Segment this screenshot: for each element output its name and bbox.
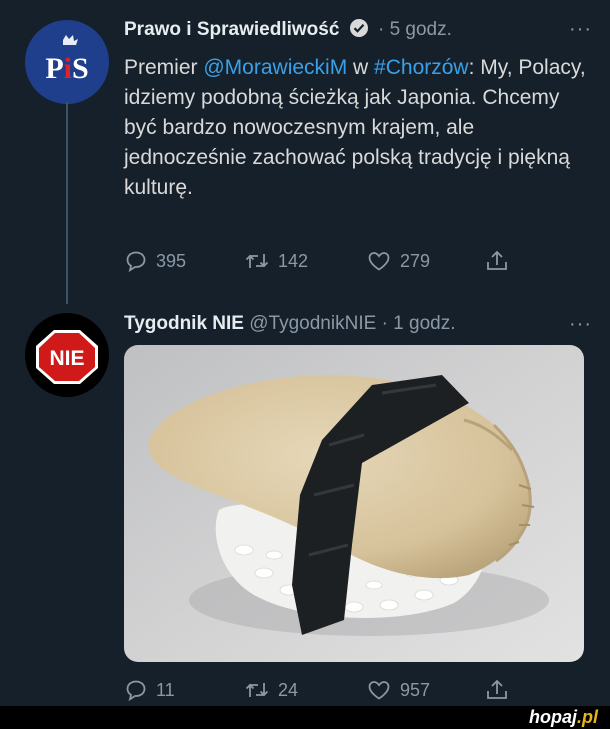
- tweet-time[interactable]: · 1 godz.: [382, 313, 456, 334]
- like-count: 279: [400, 250, 431, 271]
- tweet-actions: 395 142 279: [124, 248, 510, 274]
- thread-line: [66, 102, 68, 304]
- watermark-tld: .pl: [577, 707, 598, 727]
- heart-icon: [368, 252, 390, 271]
- retweet-icon: [245, 254, 269, 268]
- reply-button[interactable]: 395: [124, 249, 244, 273]
- watermark-bar: hopaj.pl: [0, 706, 610, 729]
- reply-button[interactable]: 11: [124, 678, 244, 702]
- share-icon: [487, 250, 507, 270]
- share-icon: [487, 679, 507, 699]
- tweet-text: Premier @MorawieckiM w #Chorzów: My, Pol…: [124, 53, 594, 203]
- retweet-count: 142: [278, 250, 309, 271]
- like-button[interactable]: 957: [366, 678, 484, 702]
- tweet-pis[interactable]: PiS Prawo i Sprawiedliwość · 5 godz. ···…: [0, 0, 610, 304]
- comment-icon: [126, 251, 146, 273]
- tweet-photo[interactable]: [124, 345, 584, 662]
- tweet-actions: 11 24 957: [124, 677, 510, 703]
- verified-badge-icon: [349, 18, 369, 44]
- pis-logo-icon: PiS: [45, 35, 89, 85]
- retweet-count: 24: [278, 679, 299, 700]
- retweet-icon: [245, 683, 269, 697]
- svg-text:NIE: NIE: [49, 347, 84, 370]
- text-mid: w: [347, 56, 375, 79]
- reply-count: 11: [156, 679, 175, 700]
- dumpling-sushi-image: [124, 345, 584, 662]
- tweet-header: Prawo i Sprawiedliwość · 5 godz.: [124, 18, 452, 44]
- heart-icon: [368, 681, 390, 700]
- watermark: hopaj.pl: [529, 707, 598, 728]
- reply-count: 395: [156, 250, 187, 271]
- more-icon[interactable]: ···: [569, 313, 592, 336]
- hashtag-link[interactable]: #Chorzów: [374, 56, 469, 79]
- share-button[interactable]: [484, 677, 510, 703]
- more-icon[interactable]: ···: [569, 18, 592, 41]
- tweet-header: Tygodnik NIE @TygodnikNIE · 1 godz.: [124, 313, 456, 335]
- text-prefix: Premier: [124, 56, 204, 79]
- like-button[interactable]: 279: [366, 249, 484, 273]
- avatar-pis[interactable]: PiS: [25, 20, 109, 104]
- mention-link[interactable]: @MorawieckiM: [203, 56, 347, 79]
- retweet-button[interactable]: 142: [244, 249, 366, 273]
- like-count: 957: [400, 679, 431, 700]
- author-name[interactable]: Tygodnik NIE: [124, 313, 244, 334]
- author-name[interactable]: Prawo i Sprawiedliwość: [124, 19, 339, 40]
- share-button[interactable]: [484, 248, 510, 274]
- stop-sign-icon: NIE: [36, 330, 98, 384]
- watermark-site: hopaj: [529, 707, 577, 727]
- avatar-nie[interactable]: NIE: [25, 313, 109, 397]
- retweet-button[interactable]: 24: [244, 678, 366, 702]
- tweet-time[interactable]: · 5 godz.: [378, 19, 452, 40]
- svg-text:PiS: PiS: [45, 52, 88, 85]
- comment-icon: [126, 680, 146, 702]
- author-handle[interactable]: @TygodnikNIE: [249, 313, 376, 334]
